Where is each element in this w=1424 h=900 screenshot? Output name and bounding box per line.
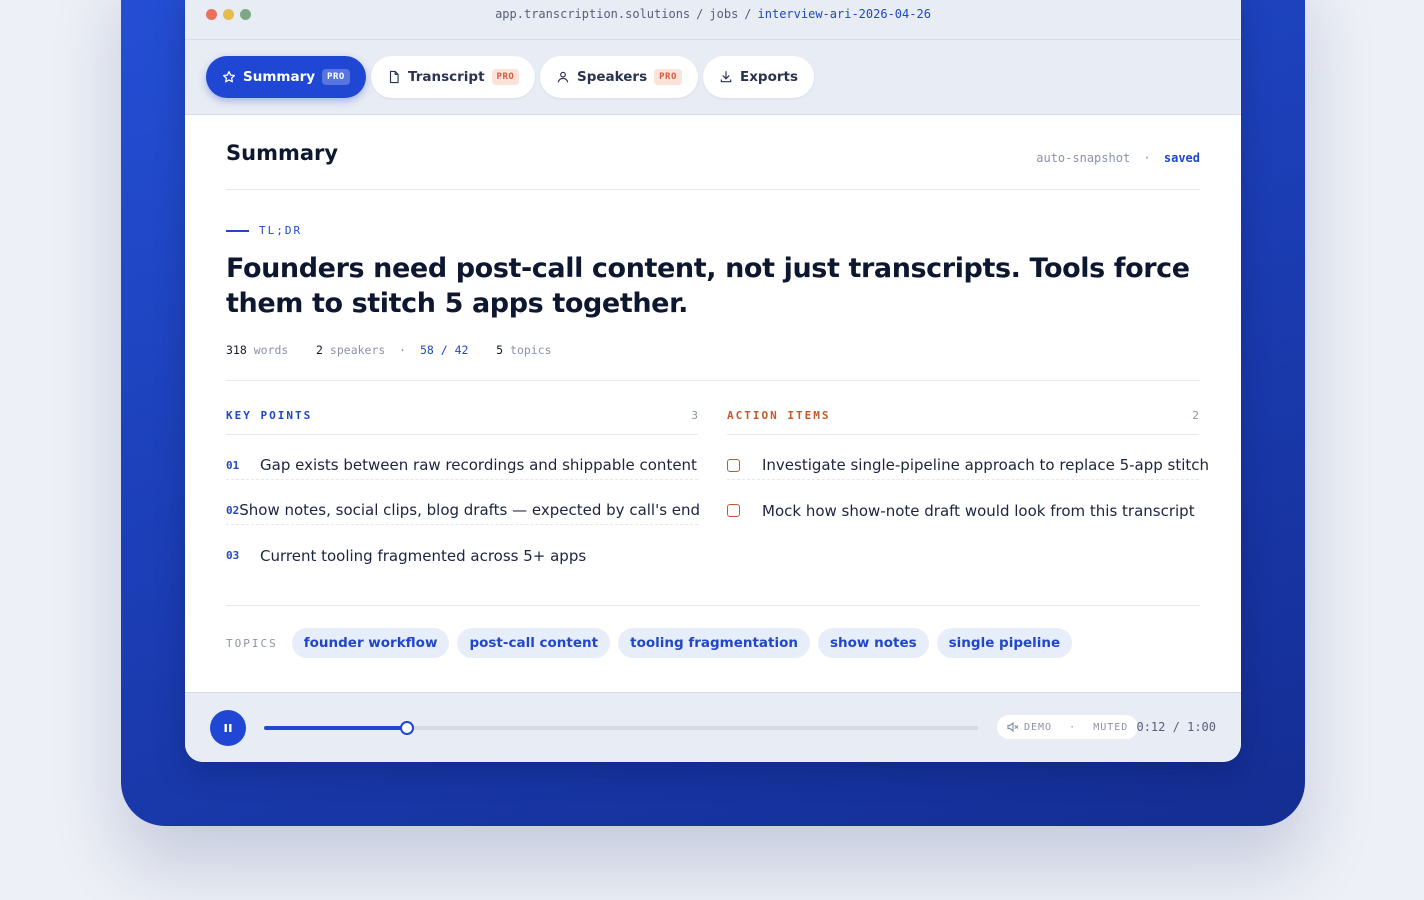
pro-badge: PRO xyxy=(322,69,350,85)
key-point-item: 02 Show notes, social clips, blog drafts… xyxy=(226,480,701,525)
duration: 1:00 xyxy=(1187,720,1216,734)
topics-section-label: TOPICS xyxy=(226,636,278,650)
action-item-text: Mock how show-note draft would look from… xyxy=(762,501,1195,520)
tab-transcript-label: Transcript xyxy=(408,69,485,85)
action-items-header: ACTION ITEMS 2 xyxy=(727,407,1199,435)
key-points-section: KEY POINTS 3 01 Gap exists between raw r… xyxy=(226,407,701,570)
summary-header: Summary auto-snapshot · saved xyxy=(226,141,1200,181)
topics-row: TOPICS founder workflow post-call conten… xyxy=(226,627,1200,659)
action-item: Mock how show-note draft would look from… xyxy=(727,480,1199,525)
action-item-text: Investigate single-pipeline approach to … xyxy=(762,456,1210,474)
key-points-count: 3 xyxy=(691,409,698,422)
page-title: Summary xyxy=(226,141,339,165)
tab-bar: Summary PRO Transcript PRO Speakers PRO … xyxy=(185,40,1241,115)
key-point-item: 01 Gap exists between raw recordings and… xyxy=(226,435,698,480)
action-item-checkbox[interactable] xyxy=(727,504,740,517)
words-label: words xyxy=(253,343,289,357)
tab-summary-label: Summary xyxy=(243,69,316,85)
speakers-count: 2 xyxy=(316,343,323,357)
tldr-text: TL;DR xyxy=(259,224,303,237)
action-items-section: ACTION ITEMS 2 Investigate single-pipeli… xyxy=(727,407,1209,525)
topic-chip[interactable]: tooling fragmentation xyxy=(618,628,811,658)
document-icon xyxy=(389,70,399,84)
tldr-rule xyxy=(226,229,249,232)
saved-indicator: saved xyxy=(1163,151,1200,165)
key-point-text: Current tooling fragmented across 5+ app… xyxy=(260,546,587,565)
download-icon xyxy=(720,71,732,83)
tab-speakers[interactable]: Speakers PRO xyxy=(540,56,698,98)
player-separator: · xyxy=(1069,721,1077,733)
key-point-index: 02 xyxy=(226,503,240,517)
pro-badge: PRO xyxy=(491,69,520,85)
stats-separator: · xyxy=(399,343,407,357)
divider xyxy=(226,380,1200,381)
title-bar: app.transcription.solutions / jobs / intervi… xyxy=(185,0,1241,40)
topic-chip[interactable]: post-call content xyxy=(457,628,611,658)
current-time: 0:12 xyxy=(1136,720,1166,734)
tldr-label: TL;DR xyxy=(226,224,302,237)
key-points-title: KEY POINTS xyxy=(226,409,313,422)
audio-player: DEMO · MUTED 0:12 / 1:00 xyxy=(185,692,1241,762)
pro-badge: PRO xyxy=(654,69,682,85)
action-items-title: ACTION ITEMS xyxy=(727,409,831,422)
star-icon xyxy=(222,70,236,83)
url-slug: interview-ari-2026-04-26 xyxy=(757,7,931,21)
key-point-text: Show notes, social clips, blog drafts — … xyxy=(239,501,701,519)
demo-label: DEMO xyxy=(1024,721,1053,733)
action-item: Investigate single-pipeline approach to … xyxy=(727,435,1209,480)
app-window: app.transcription.solutions / jobs / intervi… xyxy=(185,0,1241,762)
url-host: app.transcription.solutions xyxy=(495,7,691,21)
speaker-muted-icon xyxy=(1007,722,1019,732)
speaker-ratio: 58 / 42 xyxy=(419,343,469,357)
topics-label: topics xyxy=(510,343,552,357)
url-section: jobs xyxy=(709,7,739,21)
snapshot-label: auto-snapshot xyxy=(1036,151,1131,165)
mute-indicator[interactable]: DEMO · MUTED xyxy=(997,715,1139,739)
key-points-header: KEY POINTS 3 xyxy=(226,407,698,435)
tab-exports-label: Exports xyxy=(740,69,799,85)
divider xyxy=(226,605,1200,606)
snapshot-separator: · xyxy=(1143,151,1151,165)
tab-transcript[interactable]: Transcript PRO xyxy=(371,56,536,98)
key-point-index: 01 xyxy=(226,458,240,472)
muted-label: MUTED xyxy=(1093,721,1129,733)
summary-stats: 318 words 2 speakers · 58 / 42 5 topics xyxy=(226,343,552,357)
tab-summary[interactable]: Summary PRO xyxy=(206,56,366,98)
divider xyxy=(226,189,1200,190)
progress-handle[interactable] xyxy=(399,721,414,735)
action-items-count: 2 xyxy=(1192,409,1199,422)
action-item-checkbox[interactable] xyxy=(727,458,740,472)
progress-track[interactable] xyxy=(264,721,978,735)
progress-fill xyxy=(264,726,407,730)
pause-button[interactable] xyxy=(210,710,246,746)
speakers-label: speakers xyxy=(329,343,386,357)
tab-speakers-label: Speakers xyxy=(577,69,648,85)
playback-time: 0:12 / 1:00 xyxy=(1136,720,1216,734)
tab-exports[interactable]: Exports xyxy=(703,56,815,98)
user-icon xyxy=(557,71,569,83)
pause-icon xyxy=(224,724,232,732)
tldr-headline: Founders need post-call content, not jus… xyxy=(226,253,1190,319)
topic-chip[interactable]: founder workflow xyxy=(291,628,450,658)
time-separator: / xyxy=(1172,720,1180,734)
key-point-index: 03 xyxy=(226,549,240,562)
topics-count: 5 xyxy=(496,343,504,357)
topic-chip[interactable]: show notes xyxy=(818,628,929,658)
key-point-item: 03 Current tooling fragmented across 5+ … xyxy=(226,525,698,570)
words-count: 318 xyxy=(226,343,247,357)
snapshot-status: auto-snapshot · saved xyxy=(1036,151,1200,165)
topic-chip[interactable]: single pipeline xyxy=(936,628,1073,658)
key-point-text: Gap exists between raw recordings and sh… xyxy=(260,456,697,474)
address-bar[interactable]: app.transcription.solutions / jobs / intervi… xyxy=(185,7,1241,21)
